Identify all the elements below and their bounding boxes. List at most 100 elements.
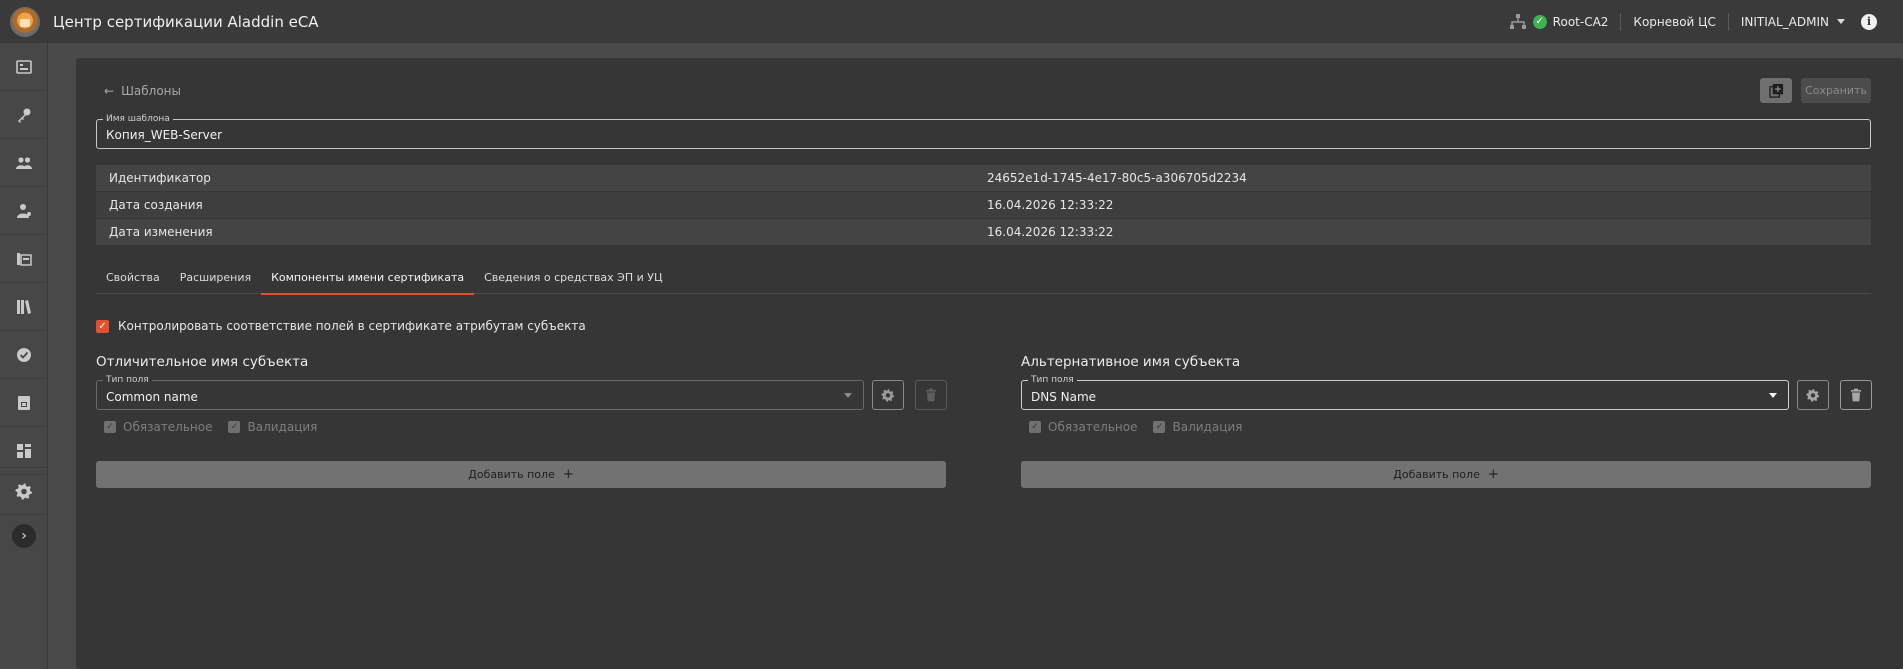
info-icon[interactable]: i bbox=[1861, 13, 1877, 30]
sidebar-item-library[interactable] bbox=[0, 283, 48, 331]
top-right-area: ✓ Root-CA2 Корневой ЦС INITIAL_ADMIN i bbox=[1509, 0, 1903, 43]
info-table: Идентификатор 24652e1d-1745-4e17-80c5-a3… bbox=[96, 165, 1871, 246]
field-type-label: Тип поля bbox=[1028, 375, 1077, 385]
gear-icon bbox=[15, 483, 32, 500]
field-options: ✓ Обязательное ✓ Валидация bbox=[104, 420, 333, 434]
info-value: 16.04.2026 12:33:22 bbox=[987, 198, 1114, 212]
sidebar-item-admin[interactable] bbox=[0, 187, 48, 235]
app-logo bbox=[10, 6, 40, 37]
chevron-right-icon: › bbox=[21, 528, 27, 544]
required-checkbox[interactable]: ✓ bbox=[1029, 421, 1041, 433]
tab-signature-tools[interactable]: Сведения о средствах ЭП и УЦ bbox=[474, 268, 672, 294]
divider bbox=[1727, 12, 1729, 31]
top-bar: Центр сертификации Aladdin eCA ✓ Root-CA… bbox=[0, 0, 1903, 43]
add-field-button[interactable]: Добавить поле + bbox=[96, 461, 946, 488]
check-circle-icon bbox=[17, 347, 31, 362]
checkbox-checked-icon: ✓ bbox=[96, 319, 109, 333]
template-name-value: Копия_WEB-Server bbox=[106, 128, 223, 142]
table-row: Идентификатор 24652e1d-1745-4e17-80c5-a3… bbox=[96, 165, 1871, 192]
field-type-value: Common name bbox=[106, 390, 198, 404]
sidebar-item-approvals[interactable] bbox=[0, 331, 48, 379]
main-card: ← Шаблоны Сохранить Имя шаблона Копия_WE… bbox=[76, 58, 1903, 669]
info-key: Дата изменения bbox=[109, 225, 213, 239]
arrow-left-icon: ← bbox=[104, 84, 115, 98]
info-value: 16.04.2026 12:33:22 bbox=[987, 225, 1114, 239]
sidebar-item-keys[interactable] bbox=[0, 91, 48, 139]
user-name: INITIAL_ADMIN bbox=[1740, 14, 1829, 29]
copy-template-button[interactable] bbox=[1760, 78, 1792, 103]
templates-icon bbox=[17, 443, 31, 458]
divider bbox=[1620, 12, 1622, 31]
gear-icon bbox=[1806, 389, 1820, 402]
validation-checkbox[interactable]: ✓ bbox=[228, 421, 241, 433]
subject-alt-section: Альтернативное имя субъекта Тип поля DNS… bbox=[1021, 354, 1872, 488]
field-options: ✓ Обязательное ✓ Валидация bbox=[1029, 420, 1258, 434]
ca-name[interactable]: Root-CA2 bbox=[1553, 15, 1609, 29]
chevron-down-icon bbox=[1769, 393, 1777, 398]
table-row: Дата создания 16.04.2026 12:33:22 bbox=[96, 192, 1871, 219]
sidebar-item-users[interactable] bbox=[0, 139, 48, 187]
info-key: Дата создания bbox=[109, 198, 203, 212]
certificate-folder-icon bbox=[17, 252, 32, 266]
back-label: Шаблоны bbox=[121, 84, 181, 98]
users-icon bbox=[16, 156, 32, 169]
ca-type: Корневой ЦС bbox=[1633, 14, 1716, 29]
ca-status-icon: ✓ bbox=[1532, 14, 1547, 29]
validation-label: Валидация bbox=[247, 420, 318, 434]
trash-icon bbox=[1851, 388, 1861, 402]
chevron-down-icon bbox=[1837, 19, 1845, 24]
dashboard-icon bbox=[16, 59, 32, 74]
key-icon bbox=[18, 108, 31, 123]
field-type-label: Тип поля bbox=[103, 375, 152, 385]
section-title: Альтернативное имя субъекта bbox=[1021, 354, 1241, 370]
table-row: Дата изменения 16.04.2026 12:33:22 bbox=[96, 219, 1871, 246]
field-type-select[interactable]: Тип поля Common name bbox=[96, 375, 864, 410]
info-value: 24652e1d-1745-4e17-80c5-a306705d2234 bbox=[987, 171, 1247, 185]
plus-icon: + bbox=[1487, 467, 1499, 482]
sidebar-item-dashboard[interactable] bbox=[0, 43, 48, 91]
control-attributes-label: Контролировать соответствие полей в серт… bbox=[118, 319, 586, 333]
section-title: Отличительное имя субъекта bbox=[96, 354, 309, 370]
info-key: Идентификатор bbox=[109, 171, 211, 185]
delete-field-button[interactable] bbox=[915, 380, 947, 410]
required-checkbox[interactable]: ✓ bbox=[104, 421, 116, 433]
sidebar-item-certificates[interactable] bbox=[0, 235, 48, 283]
add-field-button[interactable]: Добавить поле + bbox=[1021, 461, 1871, 488]
plus-icon: + bbox=[562, 467, 574, 482]
user-admin-icon bbox=[17, 203, 31, 218]
chevron-down-icon bbox=[844, 393, 852, 398]
add-field-label: Добавить поле bbox=[468, 468, 555, 481]
tab-extensions[interactable]: Расширения bbox=[170, 268, 261, 294]
required-label: Обязательное bbox=[1048, 420, 1138, 434]
trash-icon bbox=[926, 388, 936, 402]
sidebar-item-documents[interactable] bbox=[0, 379, 48, 427]
save-button[interactable]: Сохранить bbox=[1801, 78, 1871, 103]
delete-field-button[interactable] bbox=[1840, 380, 1872, 410]
subject-dn-section: Отличительное имя субъекта Тип поля Comm… bbox=[96, 354, 947, 488]
user-menu[interactable]: INITIAL_ADMIN bbox=[1741, 15, 1845, 29]
field-type-value: DNS Name bbox=[1031, 390, 1097, 404]
app-title: Центр сертификации Aladdin eCA bbox=[53, 12, 319, 31]
field-settings-button[interactable] bbox=[1797, 380, 1829, 410]
control-attributes-checkbox[interactable]: ✓ Контролировать соответствие полей в се… bbox=[96, 319, 586, 333]
field-settings-button[interactable] bbox=[872, 380, 904, 410]
library-icon bbox=[17, 299, 31, 314]
validation-checkbox[interactable]: ✓ bbox=[1153, 421, 1166, 433]
back-link[interactable]: ← Шаблоны bbox=[104, 84, 181, 98]
add-field-label: Добавить поле bbox=[1393, 468, 1480, 481]
document-lock-icon bbox=[18, 395, 30, 410]
template-name-label: Имя шаблона bbox=[103, 114, 173, 124]
template-name-field[interactable]: Имя шаблона Копия_WEB-Server bbox=[96, 114, 1871, 149]
network-icon bbox=[1509, 13, 1526, 29]
sidebar-expand-button[interactable]: › bbox=[12, 524, 36, 548]
tab-properties[interactable]: Свойства bbox=[96, 268, 170, 294]
field-type-select[interactable]: Тип поля DNS Name bbox=[1021, 375, 1789, 410]
tab-bar: Свойства Расширения Компоненты имени сер… bbox=[96, 268, 1871, 295]
tab-name-components[interactable]: Компоненты имени сертификата bbox=[261, 268, 475, 295]
validation-label: Валидация bbox=[1172, 420, 1243, 434]
sidebar-item-settings[interactable] bbox=[0, 467, 48, 515]
sidebar: › bbox=[0, 43, 48, 669]
add-copy-icon bbox=[1768, 83, 1783, 98]
required-label: Обязательное bbox=[123, 420, 213, 434]
gear-icon bbox=[881, 389, 895, 402]
